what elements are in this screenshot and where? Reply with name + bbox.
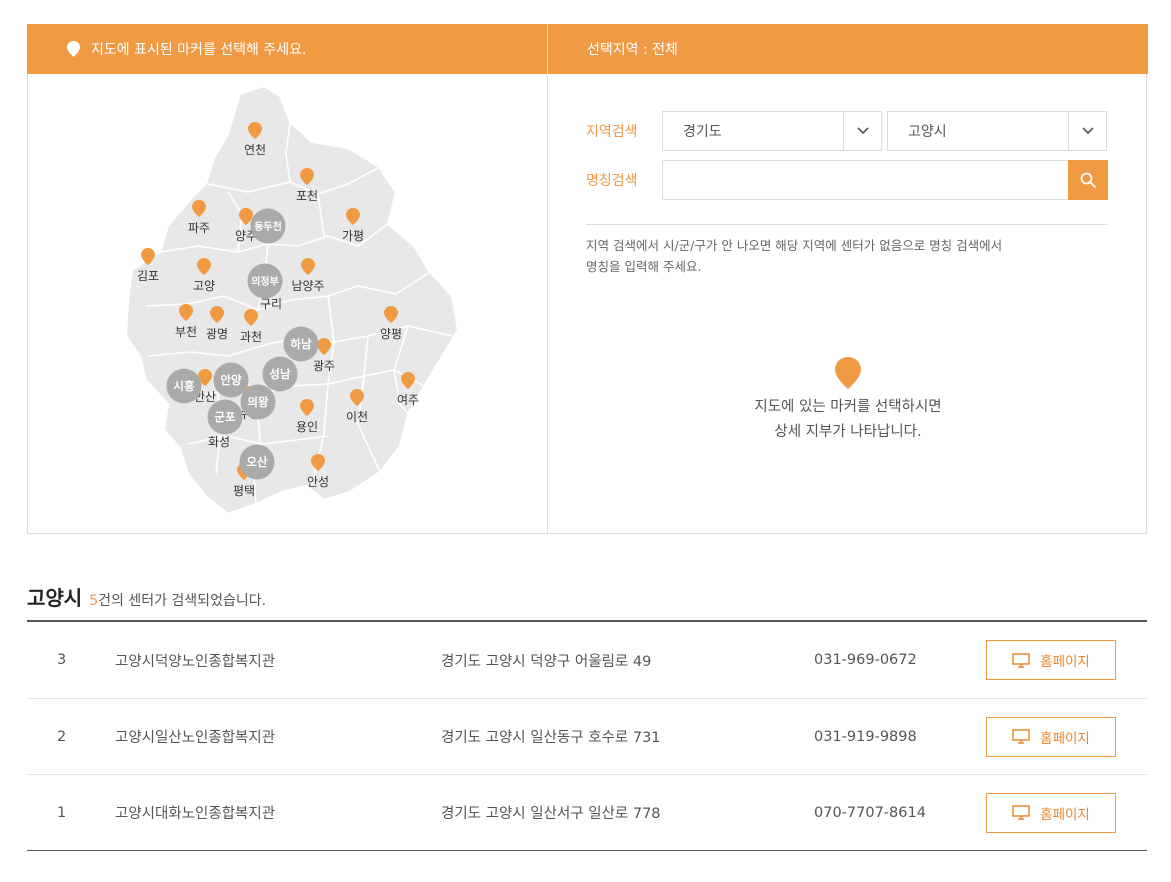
row-number: 3 (57, 652, 67, 668)
map-pin-icon (67, 41, 80, 57)
homepage-button[interactable]: 홈페이지 (986, 640, 1116, 680)
center-address: 경기도 고양시 일산서구 일산로 778 (441, 806, 661, 822)
table-row: 3 고양시덕양노인종합복지관 경기도 고양시 덕양구 어울림로 49 031-9… (27, 622, 1147, 698)
map-circle-label: 의정부 (251, 275, 279, 288)
map-header-text: 지도에 표시된 마커를 선택해 주세요. (91, 42, 307, 58)
results-table: 3 고양시덕양노인종합복지관 경기도 고양시 덕양구 어울림로 49 031-9… (27, 620, 1147, 851)
map-circle-marker-시흥[interactable]: 시흥 (166, 368, 202, 404)
homepage-button-label: 홈페이지 (1040, 806, 1090, 823)
center-phone: 070-7707-8614 (814, 804, 926, 821)
map-circle-marker-하남[interactable]: 하남 (283, 326, 319, 362)
map-marker-label: 안성 (307, 475, 329, 489)
results-city: 고양시 (27, 586, 83, 610)
chevron-down-icon[interactable] (1068, 112, 1106, 150)
monitor-icon (1012, 805, 1030, 820)
row-number: 1 (57, 804, 67, 821)
table-row: 2 고양시일산노인종합복지관 경기도 고양시 일산동구 호수로 731 031-… (27, 698, 1147, 774)
search-icon (1080, 172, 1096, 188)
search-divider (586, 224, 1107, 225)
search-button[interactable] (1068, 160, 1108, 200)
chevron-down-icon[interactable] (843, 112, 881, 150)
map-circle-label: 동두천 (254, 220, 282, 233)
map-circle-label: 의왕 (247, 395, 269, 409)
map-marker-label: 이천 (346, 409, 368, 424)
center-name: 고양시일산노인종합복지관 (115, 730, 276, 746)
homepage-button-label: 홈페이지 (1040, 730, 1090, 747)
table-row: 1 고양시대화노인종합복지관 경기도 고양시 일산서구 일산로 778 070-… (27, 774, 1147, 850)
results-header: 고양시 5 건의 센터가 검색되었습니다. (27, 582, 266, 611)
city-select-value: 고양시 (908, 124, 947, 140)
map-circle-marker-동두천[interactable]: 동두천 (250, 208, 286, 244)
homepage-button[interactable]: 홈페이지 (986, 716, 1116, 757)
province-select-value: 경기도 (683, 124, 722, 140)
gyeonggi-map[interactable]: 연천포천파주양주가평김포고양남양주구리양평부천광명과천광주안산수원여주이천용인화… (28, 74, 548, 534)
map-circle-label: 오산 (246, 455, 268, 469)
map-marker-label: 용인 (296, 420, 318, 434)
center-phone: 031-969-0672 (814, 652, 917, 668)
help-line: 지역 검색에서 시/군/구가 안 나오면 해당 지역에 센터가 없음으로 명칭 … (586, 238, 1003, 253)
map-marker-label: 포천 (296, 188, 318, 203)
empty-line: 지도에 있는 마커를 선택하시면 (754, 399, 942, 415)
map-panel: 지도에 표시된 마커를 선택해 주세요. 연천 포천 파주 양주 가평 김포 고양 남양주 구리… (27, 24, 549, 534)
results-count: 5 (89, 593, 99, 609)
monitor-icon (1012, 652, 1030, 668)
results-suffix: 건의 센터가 검색되었습니다. (98, 593, 267, 609)
monitor-icon (1012, 729, 1030, 744)
map-marker-label: 화성 (208, 435, 230, 449)
map-pin-icon (835, 357, 861, 389)
center-name: 고양시대화노인종합복지관 (115, 806, 276, 822)
map-marker-label: 김포 (137, 269, 159, 283)
selected-region-text: 선택지역 : 전체 (587, 42, 678, 58)
map-marker-label: 구리 (260, 297, 282, 311)
map-circle-marker-의정부[interactable]: 의정부 (247, 263, 283, 299)
empty-line: 상세 지부가 나타납니다. (774, 424, 922, 440)
search-panel-header: 선택지역 : 전체 (547, 24, 1148, 74)
help-line: 명칭을 입력해 주세요. (586, 259, 702, 274)
map-marker-label: 파주 (188, 221, 210, 235)
center-name: 고양시덕양노인종합복지관 (115, 653, 276, 670)
map-marker-label: 광주 (313, 359, 335, 373)
region-search-label: 지역검색 (586, 124, 638, 140)
map-circle-marker-안양[interactable]: 안양 (213, 362, 249, 398)
map-marker-label: 평택 (233, 484, 255, 498)
name-search-input[interactable] (662, 160, 1068, 200)
map-marker-label: 부천 (175, 324, 197, 339)
map-marker-label: 고양 (193, 279, 215, 293)
map-marker-label: 양평 (380, 327, 402, 341)
region-search-row: 지역검색 경기도 고양시 (586, 111, 1112, 151)
map-marker-label: 과천 (240, 329, 262, 344)
homepage-button-label: 홈페이지 (1040, 654, 1090, 670)
city-select[interactable]: 고양시 (887, 111, 1107, 151)
center-phone: 031-919-9898 (814, 728, 917, 745)
search-panel: 선택지역 : 전체 지역검색 경기도 고양시 명칭검색 지역 검색에서 시/군/… (547, 24, 1148, 534)
map-circle-marker-의왕[interactable]: 의왕 (240, 384, 276, 420)
map-marker-label: 남양주 (291, 279, 324, 293)
name-search-row: 명칭검색 (586, 160, 1108, 200)
map-marker-label: 연천 (244, 142, 266, 157)
center-address: 경기도 고양시 덕양구 어울림로 49 (441, 653, 652, 670)
map-marker-label: 광명 (206, 327, 228, 341)
map-circle-label: 시흥 (173, 379, 195, 393)
search-help-text: 지역 검색에서 시/군/구가 안 나오면 해당 지역에 센터가 없음으로 명칭 … (586, 235, 1086, 277)
map-circle-marker-군포[interactable]: 군포 (207, 399, 243, 435)
map-marker-label: 여주 (397, 393, 419, 407)
map-panel-header: 지도에 표시된 마커를 선택해 주세요. (27, 24, 549, 74)
map-circle-label: 성남 (269, 367, 291, 381)
map-marker-label: 가평 (342, 229, 364, 243)
empty-state-message: 지도에 있는 마커를 선택하시면 상세 지부가 나타납니다. (698, 395, 998, 445)
name-search-label: 명칭검색 (586, 173, 638, 189)
map-circle-label: 하남 (290, 337, 312, 351)
center-address: 경기도 고양시 일산동구 호수로 731 (441, 730, 661, 746)
province-select[interactable]: 경기도 (662, 111, 882, 151)
map-circle-label: 군포 (214, 410, 236, 424)
row-number: 2 (57, 728, 67, 745)
map-circle-marker-오산[interactable]: 오산 (239, 444, 275, 480)
map-circle-label: 안양 (220, 373, 242, 387)
map-circle-marker-성남[interactable]: 성남 (262, 356, 298, 392)
homepage-button[interactable]: 홈페이지 (986, 792, 1116, 833)
